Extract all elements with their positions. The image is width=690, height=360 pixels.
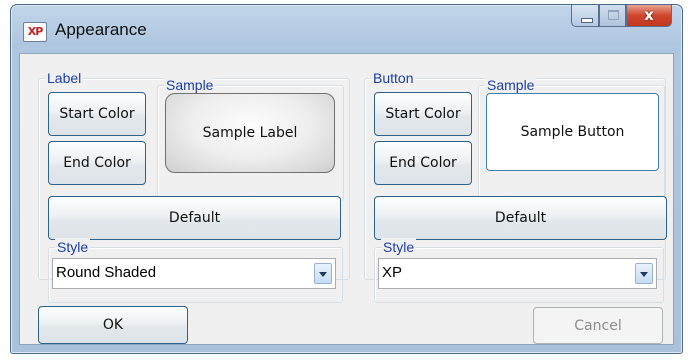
maximize-button[interactable] [599,5,626,27]
button-sample-group: Sample Sample Button [478,76,665,201]
button-start-color-button[interactable]: Start Color [374,92,472,136]
label-group-title: Label [45,69,84,87]
button-style-group: Style XP [374,238,664,303]
client-area: Label Start Color End Color Sample Sampl… [19,53,674,345]
ok-button[interactable]: OK [38,306,188,344]
caption-buttons: x [571,5,672,27]
label-start-color-button[interactable]: Start Color [48,92,146,136]
label-style-select[interactable]: Round Shaded [52,258,336,289]
button-style-value: XP [382,264,403,281]
chevron-down-icon[interactable] [314,263,332,284]
window-title: Appearance [55,20,147,39]
label-sample-title: Sample [164,76,216,94]
close-icon: x [644,6,654,24]
button-style-title: Style [381,238,417,256]
appearance-dialog: XP Appearance x Label Start Color End Co… [10,4,683,354]
sample-label: Sample Label [165,93,335,173]
minimize-button[interactable] [571,5,599,27]
label-style-value: Round Shaded [56,264,157,281]
button-default-button[interactable]: Default [374,196,667,240]
button-end-color-button[interactable]: End Color [374,141,472,185]
app-icon: XP [23,22,47,42]
button-sample-title: Sample [485,76,537,94]
label-group: Label Start Color End Color Sample Sampl… [38,69,350,303]
label-style-group: Style Round Shaded [48,238,343,303]
label-end-color-button[interactable]: End Color [48,141,146,185]
label-default-button[interactable]: Default [48,196,341,240]
title-bar[interactable]: XP Appearance x [11,5,682,53]
label-sample-group: Sample Sample Label [157,76,344,201]
close-button[interactable]: x [626,5,672,27]
button-group-title: Button [371,69,416,87]
chevron-down-icon[interactable] [635,263,653,284]
label-style-title: Style [55,238,91,256]
cancel-button[interactable]: Cancel [533,307,663,344]
button-group: Button Start Color End Color Sample Samp… [364,69,667,303]
button-style-select[interactable]: XP [378,258,657,289]
sample-button[interactable]: Sample Button [486,93,659,171]
